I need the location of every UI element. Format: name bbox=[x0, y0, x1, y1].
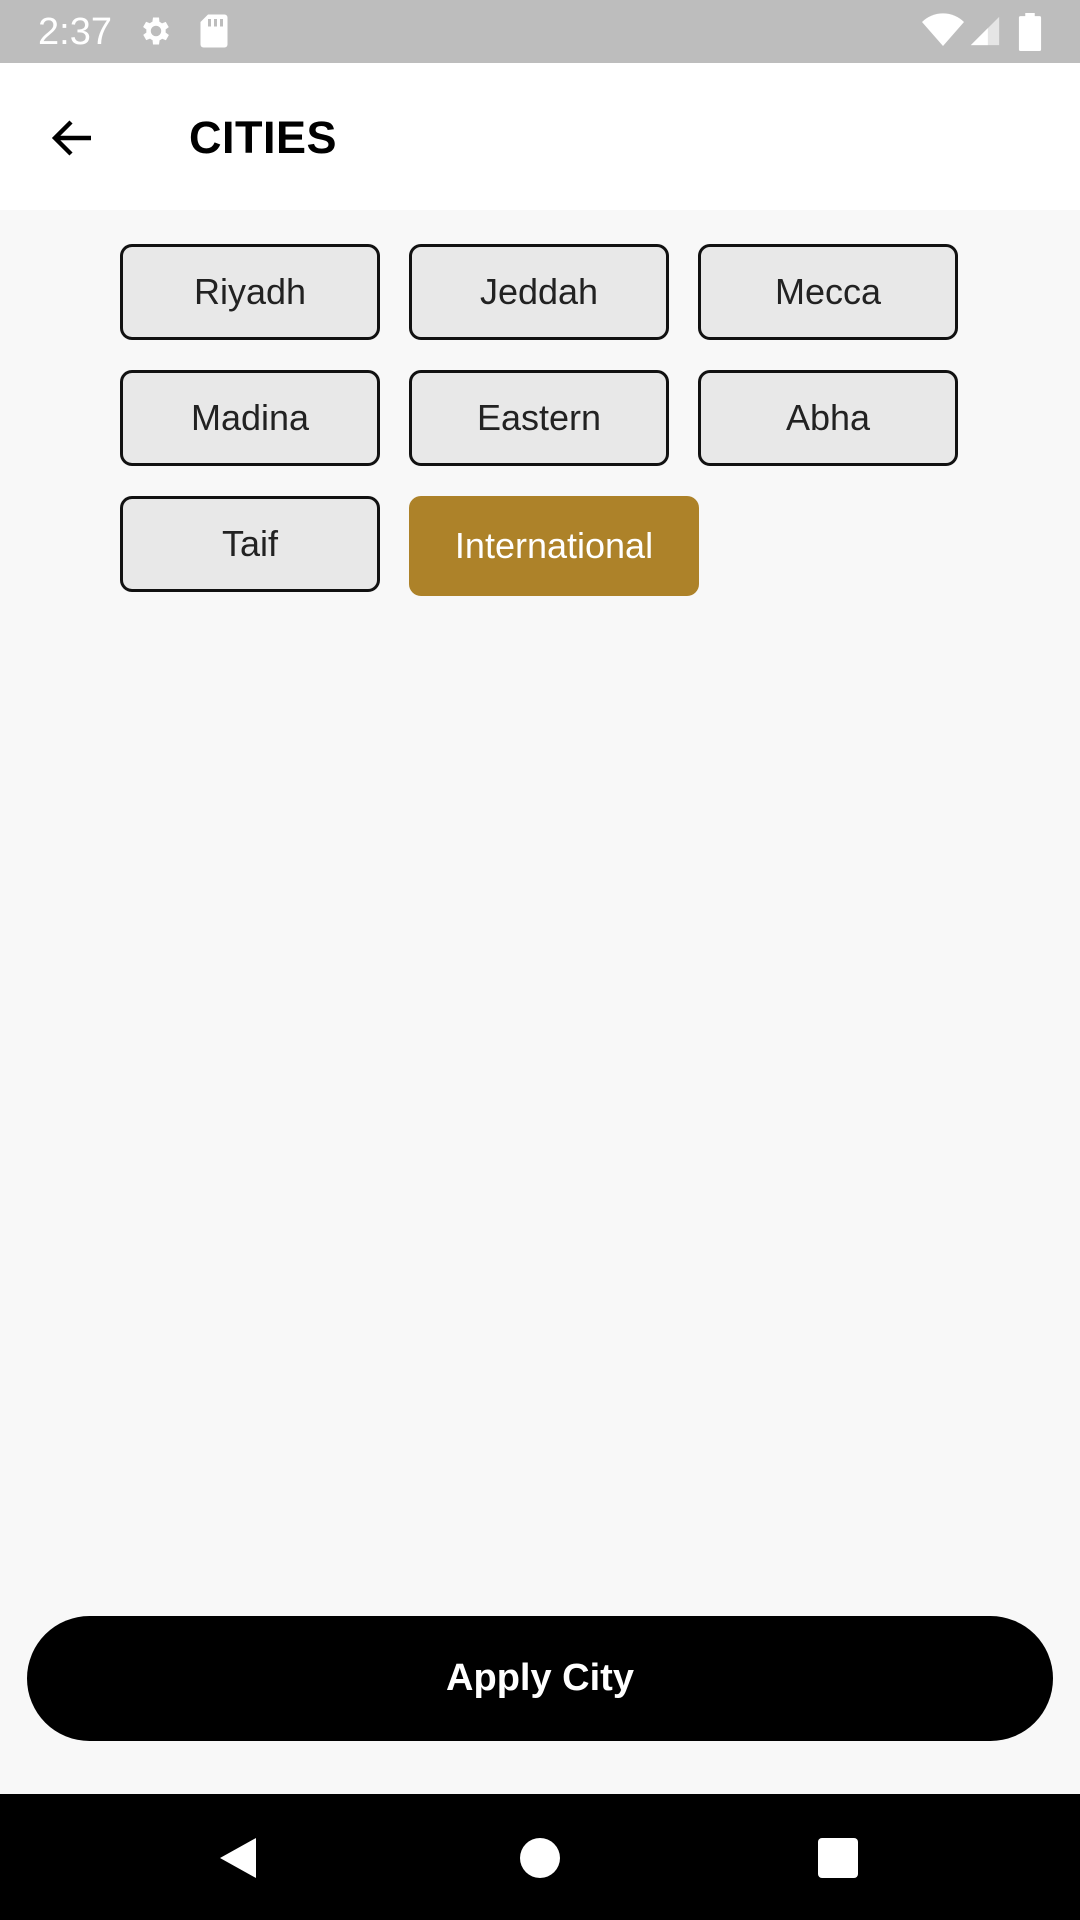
city-chip-jeddah[interactable]: Jeddah bbox=[409, 244, 669, 340]
city-chip-international[interactable]: International bbox=[409, 496, 699, 596]
nav-home-button[interactable] bbox=[510, 1828, 570, 1888]
settings-icon bbox=[138, 13, 174, 54]
city-chip-eastern[interactable]: Eastern bbox=[409, 370, 669, 466]
arrow-back-icon bbox=[51, 120, 91, 156]
status-time: 2:37 bbox=[38, 11, 112, 53]
nav-back-button[interactable] bbox=[208, 1828, 268, 1888]
signal-icon bbox=[968, 13, 1002, 54]
recents-square-icon bbox=[818, 1838, 858, 1878]
back-triangle-icon bbox=[220, 1838, 256, 1878]
back-button[interactable] bbox=[38, 103, 108, 173]
status-bar: 2:37 bbox=[0, 0, 1080, 63]
system-nav-bar bbox=[0, 1794, 1080, 1920]
home-circle-icon bbox=[520, 1838, 560, 1878]
apply-city-button[interactable]: Apply City bbox=[27, 1616, 1053, 1741]
sd-card-icon bbox=[198, 13, 230, 54]
city-chip-madina[interactable]: Madina bbox=[120, 370, 380, 466]
city-chip-abha[interactable]: Abha bbox=[698, 370, 958, 466]
city-chip-taif[interactable]: Taif bbox=[120, 496, 380, 592]
nav-recents-button[interactable] bbox=[808, 1828, 868, 1888]
wifi-icon bbox=[922, 13, 964, 54]
city-chip-riyadh[interactable]: Riyadh bbox=[120, 244, 380, 340]
city-chip-mecca[interactable]: Mecca bbox=[698, 244, 958, 340]
battery-icon bbox=[1018, 13, 1042, 56]
app-bar: CITIES bbox=[0, 63, 1080, 210]
page-title: CITIES bbox=[189, 112, 338, 163]
